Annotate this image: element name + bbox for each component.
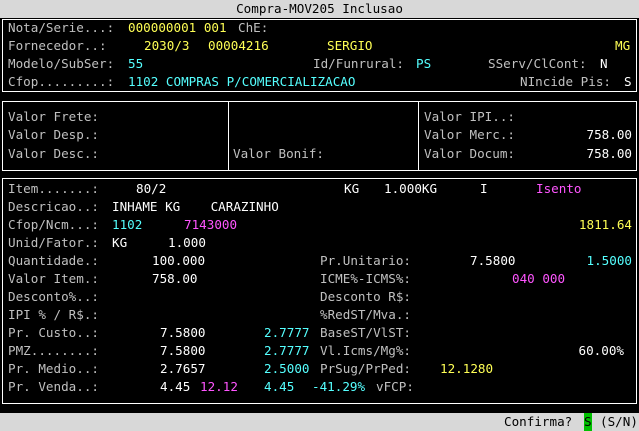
custo-label: Pr. Custo..: xyxy=(8,325,99,340)
fornecedor-number[interactable]: 00004216 xyxy=(208,37,269,55)
funrural-value[interactable]: PS xyxy=(416,55,431,73)
pmz-label: PMZ........: xyxy=(8,343,99,358)
descricao-value[interactable]: INHAME KG CARAZINHO xyxy=(112,198,279,216)
valor-item-value[interactable]: 758.00 xyxy=(152,270,198,288)
cfopncm-label: Cfop/Ncm...: xyxy=(8,217,99,232)
confirma-options: (S/N) xyxy=(600,414,638,429)
medio-value[interactable]: 2.7657 xyxy=(160,360,206,378)
descricao-label: Descricao..: xyxy=(8,199,99,214)
che-label: ChE: xyxy=(238,20,269,35)
sserv-label: SServ/ClCont: xyxy=(488,56,587,71)
custo-value[interactable]: 7.5800 xyxy=(160,324,206,342)
ncm-total: 1811.64 xyxy=(578,217,632,232)
totals-divider-1 xyxy=(228,101,229,171)
prsug-label: PrSug/PrPed: xyxy=(320,361,411,376)
unid-value[interactable]: KG xyxy=(112,234,127,252)
frete-label: Valor Frete: xyxy=(8,109,99,124)
fornecedor-label: Fornecedor..: xyxy=(8,38,107,53)
redst-label: %RedST/Mva.: xyxy=(320,307,411,322)
unid-label: Unid/Fator.: xyxy=(8,235,99,250)
modelo-label: Modelo/SubSer: xyxy=(8,56,115,71)
docum-value: 758.00 xyxy=(586,146,633,161)
venda-pct: -41.29% xyxy=(312,379,366,394)
fornecedor-uf: MG xyxy=(615,38,631,53)
item-i-label: I xyxy=(480,181,488,196)
basest-label: BaseST/VlST: xyxy=(320,325,411,340)
nincide-value[interactable]: S xyxy=(624,73,632,91)
status-bar: Confirma? S (S/N) xyxy=(0,413,639,431)
icms-value[interactable]: 040 000 xyxy=(512,270,565,288)
cfop-label: Cfop.........: xyxy=(8,74,115,89)
desconto-rs-label: Desconto R$: xyxy=(320,289,411,304)
fornecedor-code[interactable]: 2030/3 xyxy=(144,37,190,55)
ipi-total-label: Valor IPI..: xyxy=(424,109,515,124)
pmz-value[interactable]: 7.5800 xyxy=(160,342,206,360)
valor-item-label: Valor Item.: xyxy=(8,271,99,286)
window-title: Compra-MOV205 Inclusao xyxy=(0,0,639,18)
cfop-value[interactable]: 1102 COMPRAS P/COMERCIALIZACAO xyxy=(128,73,355,91)
sserv-value[interactable]: N xyxy=(600,55,608,73)
totals-divider-2 xyxy=(418,101,419,171)
venda-label: Pr. Venda..: xyxy=(8,379,99,394)
modelo-value[interactable]: 55 xyxy=(128,55,143,73)
confirma-label: Confirma? xyxy=(504,414,573,429)
ipi-label: IPI % / R$.: xyxy=(8,307,99,322)
ncm-value[interactable]: 7143000 xyxy=(184,216,237,234)
pmz-value-2: 2.7777 xyxy=(264,343,310,358)
quantidade-label: Quantidade.: xyxy=(8,253,99,268)
medio-value-2: 2.5000 xyxy=(264,361,310,376)
prsug-value[interactable]: 12.1280 xyxy=(440,360,493,378)
venda-value-2[interactable]: 12.12 xyxy=(200,378,238,396)
unitario-value[interactable]: 7.5800 xyxy=(470,252,516,270)
venda-value-3: 4.45 xyxy=(264,379,295,394)
item-label: Item.......: xyxy=(8,181,99,196)
custo-value-2: 2.7777 xyxy=(264,325,310,340)
merc-label: Valor Merc.: xyxy=(424,127,515,142)
fator-value[interactable]: 1.000 xyxy=(168,234,206,252)
nota-label: Nota/Serie...: xyxy=(8,20,115,35)
icms-label: ICME%-ICMS%: xyxy=(320,271,411,286)
confirma-input[interactable]: S xyxy=(584,413,592,431)
medio-label: Pr. Medio..: xyxy=(8,361,99,376)
desconto-label: Desconto%..: xyxy=(8,289,99,304)
item-value[interactable]: 80/2 xyxy=(136,180,166,198)
unitario-value-2: 1.5000 xyxy=(586,253,633,268)
fornecedor-name: SERGIO xyxy=(327,38,373,53)
bonif-label: Valor Bonif: xyxy=(233,146,324,161)
merc-value: 758.00 xyxy=(586,127,633,142)
venda-value[interactable]: 4.45 xyxy=(160,378,190,396)
vlicms-value: 60.00% xyxy=(578,343,625,358)
item-kg-label: KG xyxy=(344,181,360,196)
isento-label: Isento xyxy=(536,181,582,196)
funrural-label: Id/Funrural: xyxy=(313,56,404,71)
desp-label: Valor Desp.: xyxy=(8,127,99,142)
item-kg-value: 1.000KG xyxy=(384,181,438,196)
quantidade-value[interactable]: 100.000 xyxy=(152,252,205,270)
docum-label: Valor Docum: xyxy=(424,146,515,161)
unitario-label: Pr.Unitario: xyxy=(320,253,411,268)
desc-label: Valor Desc.: xyxy=(8,146,99,161)
nota-value[interactable]: 000000001 001 xyxy=(128,19,227,37)
item-cfop-value[interactable]: 1102 xyxy=(112,216,142,234)
vlicms-label: Vl.Icms/Mg%: xyxy=(320,343,411,358)
nincide-label: NIncide Pis: xyxy=(520,74,611,89)
vfcp-label: vFCP: xyxy=(376,379,414,394)
